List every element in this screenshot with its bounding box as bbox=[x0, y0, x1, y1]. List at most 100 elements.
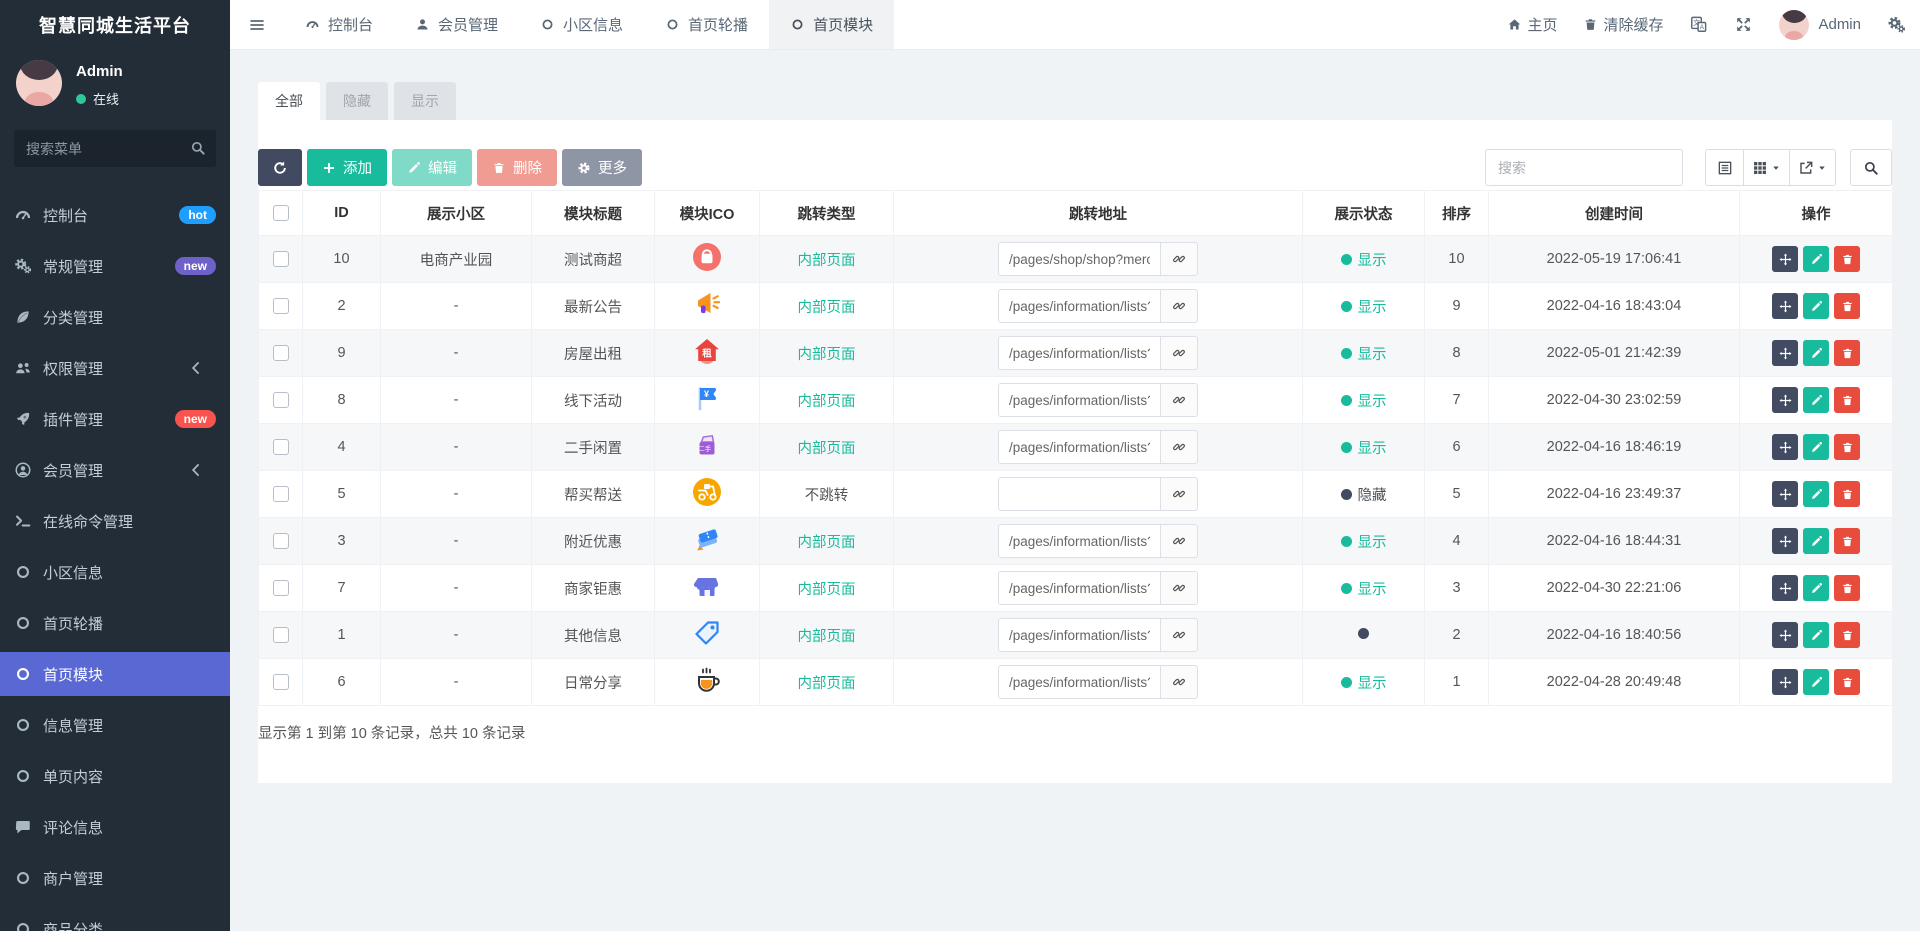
row-edit-button[interactable] bbox=[1803, 293, 1829, 319]
drag-sort-button[interactable] bbox=[1772, 575, 1798, 601]
drag-sort-button[interactable] bbox=[1772, 528, 1798, 554]
row-checkbox[interactable] bbox=[272, 627, 289, 644]
row-delete-button[interactable] bbox=[1834, 622, 1860, 648]
drag-sort-button[interactable] bbox=[1772, 434, 1798, 460]
row-edit-button[interactable] bbox=[1803, 434, 1829, 460]
sidebar-toggle-button[interactable] bbox=[230, 0, 284, 49]
jump-url-input[interactable] bbox=[998, 665, 1161, 699]
delete-button[interactable]: 删除 bbox=[477, 149, 557, 186]
jump-url-input[interactable] bbox=[998, 430, 1161, 464]
user-avatar[interactable] bbox=[16, 60, 62, 106]
table-search-input[interactable] bbox=[1485, 149, 1683, 186]
link-button[interactable] bbox=[1161, 242, 1198, 276]
drag-sort-button[interactable] bbox=[1772, 340, 1798, 366]
sidebar-item-community-info[interactable]: 小区信息 bbox=[0, 550, 230, 594]
row-delete-button[interactable] bbox=[1834, 293, 1860, 319]
link-button[interactable] bbox=[1161, 618, 1198, 652]
link-button[interactable] bbox=[1161, 430, 1198, 464]
link-button[interactable] bbox=[1161, 289, 1198, 323]
drag-sort-button[interactable] bbox=[1772, 246, 1798, 272]
sidebar-item-general[interactable]: 常规管理 new bbox=[0, 244, 230, 288]
sidebar-item-command[interactable]: 在线命令管理 bbox=[0, 499, 230, 543]
more-button[interactable]: 更多 bbox=[562, 149, 642, 186]
navbar-tab-home-module[interactable]: 首页模块 bbox=[769, 0, 895, 49]
row-edit-button[interactable] bbox=[1803, 481, 1829, 507]
row-checkbox[interactable] bbox=[272, 298, 289, 315]
navbar-tab-dashboard[interactable]: 控制台 bbox=[284, 0, 394, 49]
row-edit-button[interactable] bbox=[1803, 387, 1829, 413]
language-icon[interactable]: 文A bbox=[1689, 15, 1708, 34]
sidebar-item-single-page[interactable]: 单页内容 bbox=[0, 754, 230, 798]
fullscreen-icon[interactable] bbox=[1734, 15, 1753, 34]
row-delete-button[interactable] bbox=[1834, 246, 1860, 272]
row-edit-button[interactable] bbox=[1803, 575, 1829, 601]
filter-tab-visible[interactable]: 显示 bbox=[394, 82, 456, 120]
sidebar-item-home-banner[interactable]: 首页轮播 bbox=[0, 601, 230, 645]
link-button[interactable] bbox=[1161, 524, 1198, 558]
jump-url-input[interactable] bbox=[998, 383, 1161, 417]
home-link[interactable]: 主页 bbox=[1507, 14, 1557, 35]
drag-sort-button[interactable] bbox=[1772, 481, 1798, 507]
sidebar-item-comment-info[interactable]: 评论信息 bbox=[0, 805, 230, 849]
jump-url-input[interactable] bbox=[998, 571, 1161, 605]
drag-sort-button[interactable] bbox=[1772, 293, 1798, 319]
row-delete-button[interactable] bbox=[1834, 481, 1860, 507]
row-edit-button[interactable] bbox=[1803, 622, 1829, 648]
link-button[interactable] bbox=[1161, 383, 1198, 417]
row-edit-button[interactable] bbox=[1803, 246, 1829, 272]
sidebar-item-home-module[interactable]: 首页模块 bbox=[0, 652, 230, 696]
sidebar-item-category[interactable]: 分类管理 bbox=[0, 295, 230, 339]
drag-sort-button[interactable] bbox=[1772, 622, 1798, 648]
link-button[interactable] bbox=[1161, 665, 1198, 699]
row-checkbox[interactable] bbox=[272, 580, 289, 597]
jump-url-input[interactable] bbox=[998, 242, 1161, 276]
jump-url-input[interactable] bbox=[998, 289, 1161, 323]
search-button[interactable] bbox=[1850, 149, 1892, 186]
settings-gears-icon[interactable] bbox=[1887, 15, 1906, 34]
jump-url-input[interactable] bbox=[998, 477, 1161, 511]
columns-button[interactable] bbox=[1744, 150, 1790, 185]
navbar-tab-member[interactable]: 会员管理 bbox=[394, 0, 519, 49]
row-delete-button[interactable] bbox=[1834, 434, 1860, 460]
row-checkbox[interactable] bbox=[272, 345, 289, 362]
clear-cache-link[interactable]: 清除缓存 bbox=[1583, 14, 1663, 35]
row-checkbox[interactable] bbox=[272, 674, 289, 691]
row-checkbox[interactable] bbox=[272, 533, 289, 550]
sidebar-item-member[interactable]: 会员管理 bbox=[0, 448, 230, 492]
row-checkbox[interactable] bbox=[272, 251, 289, 268]
jump-url-input[interactable] bbox=[998, 618, 1161, 652]
jump-url-input[interactable] bbox=[998, 336, 1161, 370]
row-delete-button[interactable] bbox=[1834, 387, 1860, 413]
link-button[interactable] bbox=[1161, 571, 1198, 605]
row-delete-button[interactable] bbox=[1834, 340, 1860, 366]
navbar-tab-community-info[interactable]: 小区信息 bbox=[519, 0, 644, 49]
link-button[interactable] bbox=[1161, 336, 1198, 370]
toggle-view-button[interactable] bbox=[1706, 150, 1744, 185]
sidebar-item-addon[interactable]: 插件管理 new bbox=[0, 397, 230, 441]
row-edit-button[interactable] bbox=[1803, 340, 1829, 366]
row-delete-button[interactable] bbox=[1834, 528, 1860, 554]
navbar-tab-home-banner[interactable]: 首页轮播 bbox=[644, 0, 769, 49]
row-delete-button[interactable] bbox=[1834, 575, 1860, 601]
drag-sort-button[interactable] bbox=[1772, 387, 1798, 413]
row-edit-button[interactable] bbox=[1803, 669, 1829, 695]
add-button[interactable]: 添加 bbox=[307, 149, 387, 186]
sidebar-item-merchant-manage[interactable]: 商户管理 bbox=[0, 856, 230, 900]
menu-search-input[interactable] bbox=[14, 130, 216, 167]
export-button[interactable] bbox=[1790, 150, 1835, 185]
filter-tab-hidden[interactable]: 隐藏 bbox=[326, 82, 388, 120]
refresh-button[interactable] bbox=[258, 149, 302, 186]
select-all-checkbox[interactable] bbox=[272, 205, 289, 222]
row-checkbox[interactable] bbox=[272, 392, 289, 409]
row-edit-button[interactable] bbox=[1803, 528, 1829, 554]
edit-button[interactable]: 编辑 bbox=[392, 149, 472, 186]
sidebar-item-dashboard[interactable]: 控制台 hot bbox=[0, 193, 230, 237]
user-menu[interactable]: Admin bbox=[1779, 9, 1861, 40]
sidebar-item-goods-category[interactable]: 商品分类 bbox=[0, 907, 230, 931]
sidebar-item-auth[interactable]: 权限管理 bbox=[0, 346, 230, 390]
sidebar-item-info-manage[interactable]: 信息管理 bbox=[0, 703, 230, 747]
row-checkbox[interactable] bbox=[272, 486, 289, 503]
drag-sort-button[interactable] bbox=[1772, 669, 1798, 695]
link-button[interactable] bbox=[1161, 477, 1198, 511]
jump-url-input[interactable] bbox=[998, 524, 1161, 558]
